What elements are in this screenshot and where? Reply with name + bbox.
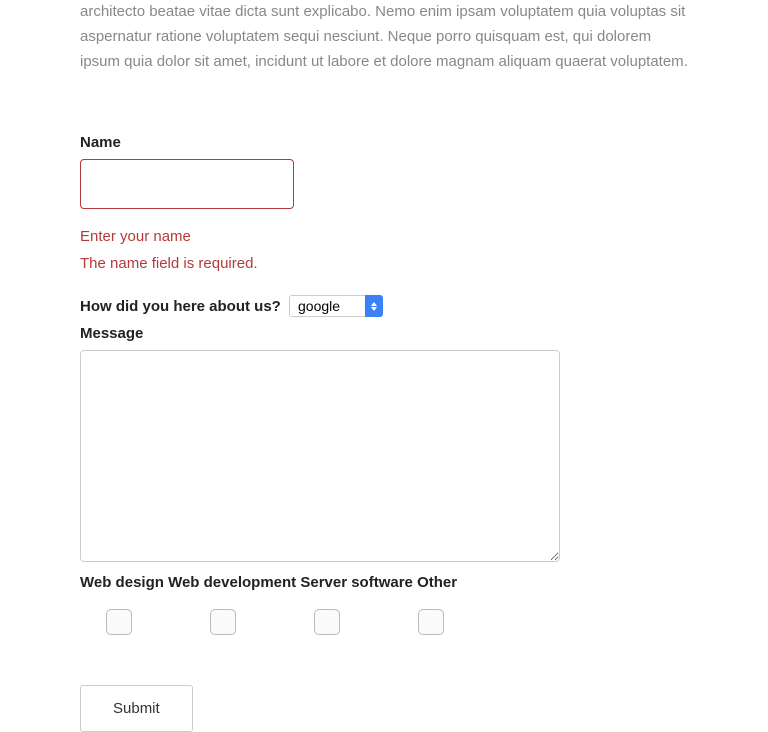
- checkbox-group-label: Web design Web development Server softwa…: [80, 574, 688, 591]
- name-error-required: The name field is required.: [80, 250, 688, 277]
- checkbox-web-design[interactable]: [106, 609, 132, 635]
- submit-button[interactable]: Submit: [80, 685, 193, 732]
- message-label: Message: [80, 325, 688, 342]
- name-label: Name: [80, 134, 688, 151]
- message-textarea[interactable]: [80, 350, 560, 562]
- checkbox-other[interactable]: [418, 609, 444, 635]
- source-select[interactable]: google: [289, 295, 383, 317]
- name-input[interactable]: [80, 159, 294, 209]
- intro-paragraph: architecto beatae vitae dicta sunt expli…: [80, 0, 688, 74]
- checkbox-web-development[interactable]: [210, 609, 236, 635]
- source-label: How did you here about us?: [80, 298, 281, 315]
- checkbox-server-software[interactable]: [314, 609, 340, 635]
- name-error-hint: Enter your name: [80, 223, 688, 250]
